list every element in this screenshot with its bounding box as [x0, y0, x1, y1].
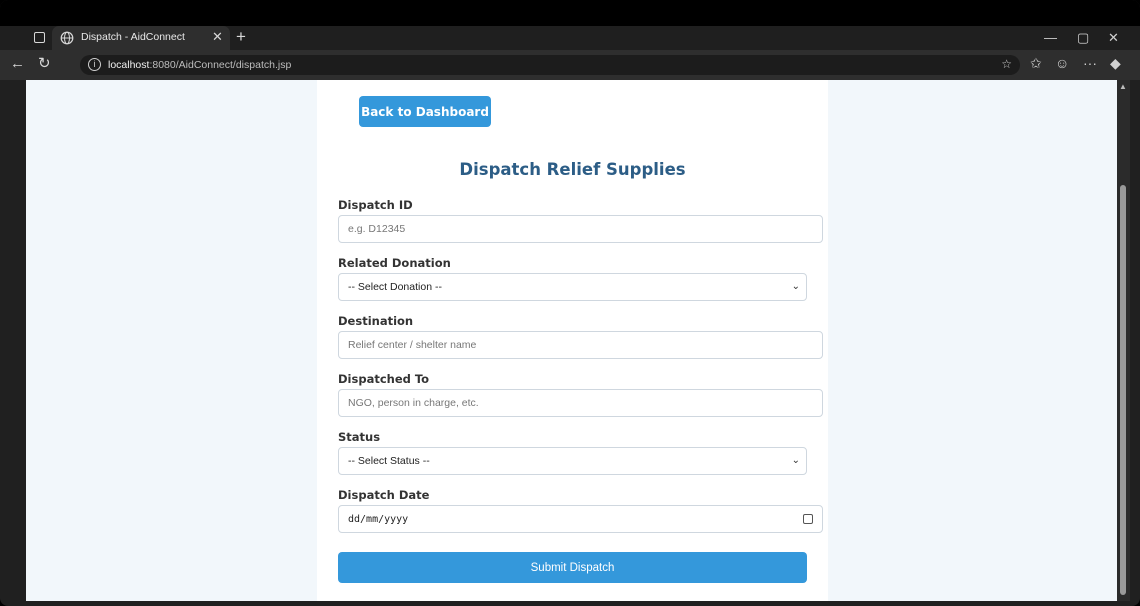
dispatched-to-input[interactable]: NGO, person in charge, etc.	[338, 389, 823, 417]
scrollbar-thumb[interactable]	[1120, 185, 1126, 595]
calendar-icon[interactable]	[803, 514, 813, 524]
dispatch-id-placeholder: e.g. D12345	[348, 223, 406, 235]
tab-title: Dispatch - AidConnect	[81, 31, 185, 43]
globe-icon	[60, 31, 74, 45]
related-donation-label: Related Donation	[338, 256, 451, 270]
destination-input[interactable]: Relief center / shelter name	[338, 331, 823, 359]
profile-icon[interactable]: ☺	[1055, 55, 1069, 71]
destination-placeholder: Relief center / shelter name	[348, 339, 477, 351]
tab-dispatch[interactable]: Dispatch - AidConnect ✕	[52, 26, 230, 50]
dispatch-date-value: dd/mm/yyyy	[348, 514, 409, 525]
dispatch-date-label: Dispatch Date	[338, 488, 430, 502]
url-field[interactable]: i localhost:8080/AidConnect/dispatch.jsp…	[80, 55, 1020, 75]
close-tab-icon[interactable]: ✕	[212, 29, 223, 45]
url-host: localhost	[108, 59, 150, 71]
page-viewport: Back to Dashboard Dispatch Relief Suppli…	[26, 80, 1117, 601]
window-close-icon[interactable]: ✕	[1108, 30, 1119, 46]
dispatched-to-placeholder: NGO, person in charge, etc.	[348, 397, 479, 409]
related-donation-select[interactable]: -- Select Donation -- ⌄	[338, 273, 807, 301]
new-tab-icon[interactable]: +	[236, 27, 246, 47]
back-arrow-icon[interactable]: ←	[10, 55, 25, 72]
restore-icon[interactable]: ▢	[1077, 30, 1089, 46]
minimize-icon[interactable]: —	[1044, 30, 1057, 45]
dispatch-form-card: Back to Dashboard Dispatch Relief Suppli…	[317, 80, 828, 601]
dispatch-id-input[interactable]: e.g. D12345	[338, 215, 823, 243]
back-to-dashboard-button[interactable]: Back to Dashboard	[359, 96, 491, 127]
url-path: :8080/AidConnect/dispatch.jsp	[149, 59, 292, 71]
dispatched-to-label: Dispatched To	[338, 372, 430, 386]
favorites-icon[interactable]: ✩	[1030, 55, 1042, 72]
chevron-down-icon: ⌄	[791, 281, 800, 292]
refresh-icon[interactable]: ↻	[38, 54, 51, 72]
status-value: -- Select Status --	[348, 455, 430, 467]
tab-actions-icon[interactable]	[34, 32, 45, 43]
favorite-star-icon[interactable]: ☆	[1001, 57, 1012, 71]
dispatch-id-label: Dispatch ID	[338, 198, 413, 212]
submit-dispatch-button[interactable]: Submit Dispatch	[338, 552, 807, 583]
scroll-up-icon[interactable]: ▲	[1119, 82, 1127, 91]
status-select[interactable]: -- Select Status -- ⌄	[338, 447, 807, 475]
chevron-down-icon: ⌄	[791, 455, 800, 466]
page-scrollbar[interactable]: ▲	[1117, 80, 1130, 601]
page-title: Dispatch Relief Supplies	[459, 160, 686, 179]
related-donation-value: -- Select Donation --	[348, 281, 442, 293]
site-info-icon[interactable]: i	[88, 58, 101, 71]
copilot-icon[interactable]: ◆	[1110, 55, 1121, 72]
more-menu-icon[interactable]: ···	[1083, 55, 1097, 71]
dispatch-date-input[interactable]: dd/mm/yyyy	[338, 505, 823, 533]
destination-label: Destination	[338, 314, 414, 328]
status-label: Status	[338, 430, 381, 444]
window-top-strip	[0, 0, 1140, 26]
browser-window: Dispatch - AidConnect ✕ + — ▢ ✕ ← ↻ i lo…	[0, 0, 1140, 606]
